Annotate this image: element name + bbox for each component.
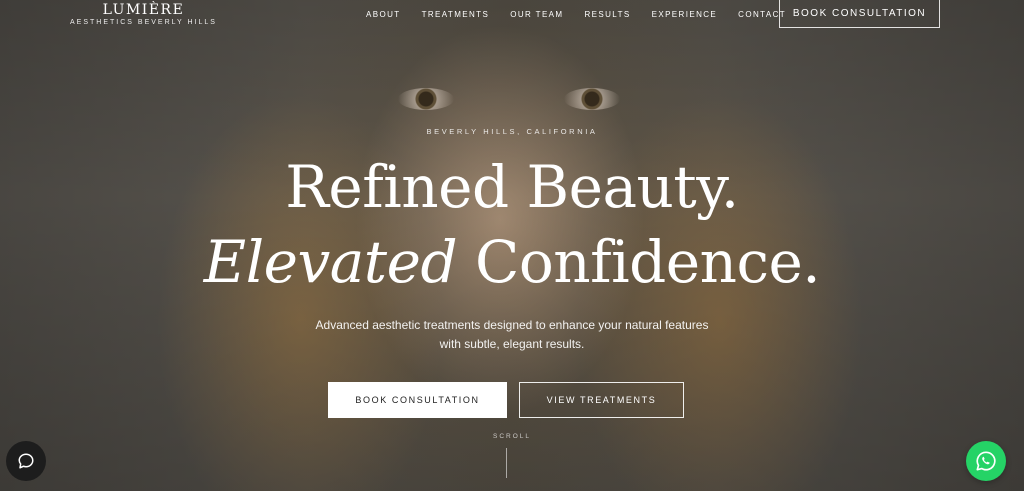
chat-bubble-icon xyxy=(18,453,34,469)
hero-photo-eye xyxy=(564,88,620,110)
scroll-indicator-label: SCROLL xyxy=(492,433,531,440)
nav-link-experience[interactable]: EXPERIENCE xyxy=(652,10,718,19)
headline-italic-word: Elevated xyxy=(203,228,458,296)
nav-link-our-team[interactable]: OUR TEAM xyxy=(510,10,563,19)
nav-links: ABOUT TREATMENTS OUR TEAM RESULTS EXPERI… xyxy=(366,10,807,19)
whatsapp-icon xyxy=(976,451,996,471)
chat-widget-button[interactable] xyxy=(6,441,46,481)
brand-tagline: AESTHETICS BEVERLY HILLS xyxy=(70,19,217,26)
headline-line-2-rest: Confidence. xyxy=(457,228,821,296)
scroll-indicator-line xyxy=(506,448,507,478)
whatsapp-button[interactable] xyxy=(966,441,1006,481)
book-consultation-button[interactable]: BOOK CONSULTATION xyxy=(328,382,507,418)
headline-line-1: Refined Beauty. xyxy=(285,153,739,221)
hero-eyebrow: BEVERLY HILLS, CALIFORNIA xyxy=(426,127,598,136)
nav-link-results[interactable]: RESULTS xyxy=(584,10,630,19)
brand-logo[interactable]: LUMIÈRE AESTHETICS BEVERLY HILLS xyxy=(70,2,217,26)
view-treatments-button[interactable]: VIEW TREATMENTS xyxy=(519,382,684,418)
top-navigation: LUMIÈRE AESTHETICS BEVERLY HILLS ABOUT T… xyxy=(0,0,1024,30)
hero-subtext: Advanced aesthetic treatments designed t… xyxy=(315,318,709,351)
nav-link-treatments[interactable]: TREATMENTS xyxy=(422,10,490,19)
headline-line-2: Elevated Confidence. xyxy=(0,227,1024,297)
nav-book-consultation-button[interactable]: BOOK CONSULTATION xyxy=(779,0,940,28)
nav-link-about[interactable]: ABOUT xyxy=(366,10,401,19)
hero-photo-eye xyxy=(398,88,454,110)
brand-name: LUMIÈRE xyxy=(102,2,185,18)
